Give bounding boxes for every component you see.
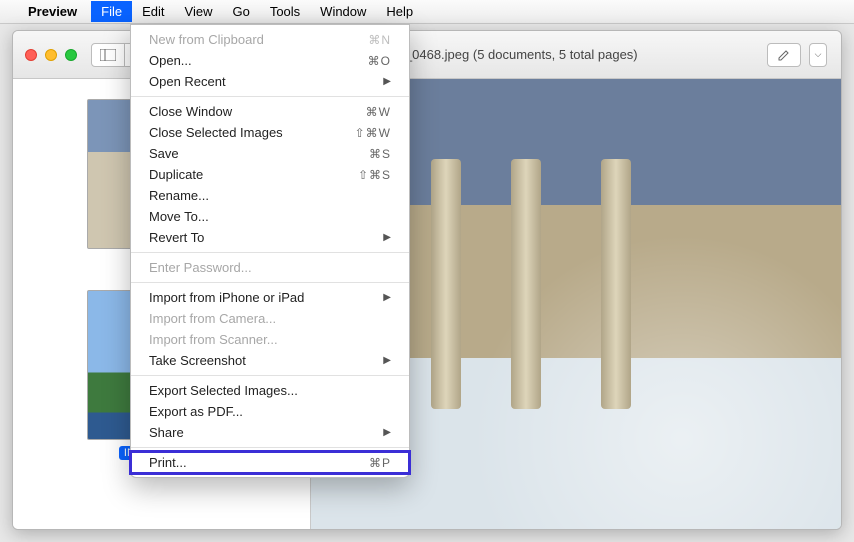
menuitem-export-as-pdf[interactable]: Export as PDF... (131, 401, 409, 422)
menuitem-print[interactable]: Print... ⌘P (131, 452, 409, 473)
menuitem-label: Import from Scanner... (149, 332, 278, 347)
window-title-text: IMG_0468.jpeg (5 documents, 5 total page… (380, 47, 637, 62)
menuitem-label: Import from Camera... (149, 311, 276, 326)
minimize-window-button[interactable] (45, 49, 57, 61)
sidebar-icon (100, 49, 116, 61)
menuitem-label: Close Selected Images (149, 125, 283, 140)
window-controls (13, 49, 77, 61)
menu-separator (131, 375, 409, 376)
menuitem-label: Export as PDF... (149, 404, 243, 419)
menuitem-duplicate[interactable]: Duplicate ⇧⌘S (131, 164, 409, 185)
submenu-arrow-icon: ▶ (383, 355, 391, 366)
view-mode-button[interactable] (91, 43, 125, 67)
menu-tools[interactable]: Tools (260, 1, 310, 22)
menu-separator (131, 447, 409, 448)
submenu-arrow-icon: ▶ (383, 76, 391, 87)
menu-separator (131, 96, 409, 97)
menuitem-label: Open... (149, 53, 192, 68)
fullscreen-window-button[interactable] (65, 49, 77, 61)
system-menubar: Preview File Edit View Go Tools Window H… (0, 0, 854, 24)
markup-button[interactable] (767, 43, 801, 67)
menuitem-import-from-camera: Import from Camera... (131, 308, 409, 329)
menuitem-label: Close Window (149, 104, 232, 119)
menuitem-label: Enter Password... (149, 260, 252, 275)
menuitem-open-recent[interactable]: Open Recent ▶ (131, 71, 409, 92)
menuitem-shortcut: ⇧⌘S (358, 168, 391, 182)
menuitem-label: New from Clipboard (149, 32, 264, 47)
menuitem-label: Duplicate (149, 167, 203, 182)
menuitem-import-from-iphone-or-ipad[interactable]: Import from iPhone or iPad ▶ (131, 287, 409, 308)
menuitem-import-from-scanner: Import from Scanner... (131, 329, 409, 350)
menuitem-revert-to[interactable]: Revert To ▶ (131, 227, 409, 248)
menu-separator (131, 252, 409, 253)
menuitem-label: Export Selected Images... (149, 383, 298, 398)
menuitem-export-selected-images[interactable]: Export Selected Images... (131, 380, 409, 401)
menuitem-label: Revert To (149, 230, 204, 245)
pen-icon (777, 48, 791, 62)
menuitem-take-screenshot[interactable]: Take Screenshot ▶ (131, 350, 409, 371)
submenu-arrow-icon: ▶ (383, 232, 391, 243)
menuitem-open[interactable]: Open... ⌘O (131, 50, 409, 71)
chevron-down-icon: ⌵ (815, 49, 822, 60)
menuitem-shortcut: ⇧⌘W (355, 126, 391, 140)
menu-window[interactable]: Window (310, 1, 376, 22)
menuitem-new-from-clipboard: New from Clipboard ⌘N (131, 29, 409, 50)
menuitem-label: Open Recent (149, 74, 226, 89)
menuitem-move-to[interactable]: Move To... (131, 206, 409, 227)
menuitem-rename[interactable]: Rename... (131, 185, 409, 206)
menuitem-close-selected-images[interactable]: Close Selected Images ⇧⌘W (131, 122, 409, 143)
menuitem-shortcut: ⌘S (369, 147, 391, 161)
markup-dropdown[interactable]: ⌵ (809, 43, 827, 67)
menuitem-label: Print... (149, 455, 187, 470)
menuitem-enter-password: Enter Password... (131, 257, 409, 278)
menu-view[interactable]: View (175, 1, 223, 22)
menuitem-shortcut: ⌘P (369, 456, 391, 470)
menu-separator (131, 282, 409, 283)
close-window-button[interactable] (25, 49, 37, 61)
submenu-arrow-icon: ▶ (383, 427, 391, 438)
menuitem-label: Move To... (149, 209, 209, 224)
menuitem-share[interactable]: Share ▶ (131, 422, 409, 443)
menuitem-label: Save (149, 146, 179, 161)
menuitem-label: Import from iPhone or iPad (149, 290, 304, 305)
app-name[interactable]: Preview (28, 4, 77, 19)
menuitem-save[interactable]: Save ⌘S (131, 143, 409, 164)
menuitem-shortcut: ⌘O (368, 54, 391, 68)
menuitem-shortcut: ⌘N (368, 33, 391, 47)
menuitem-label: Take Screenshot (149, 353, 246, 368)
menu-edit[interactable]: Edit (132, 1, 174, 22)
menu-go[interactable]: Go (222, 1, 259, 22)
menuitem-shortcut: ⌘W (366, 105, 391, 119)
menuitem-label: Share (149, 425, 184, 440)
submenu-arrow-icon: ▶ (383, 292, 391, 303)
menuitem-label: Rename... (149, 188, 209, 203)
menu-file[interactable]: File (91, 1, 132, 22)
menu-help[interactable]: Help (376, 1, 423, 22)
file-menu-dropdown: New from Clipboard ⌘N Open... ⌘O Open Recent… (130, 24, 410, 478)
menuitem-close-window[interactable]: Close Window ⌘W (131, 101, 409, 122)
